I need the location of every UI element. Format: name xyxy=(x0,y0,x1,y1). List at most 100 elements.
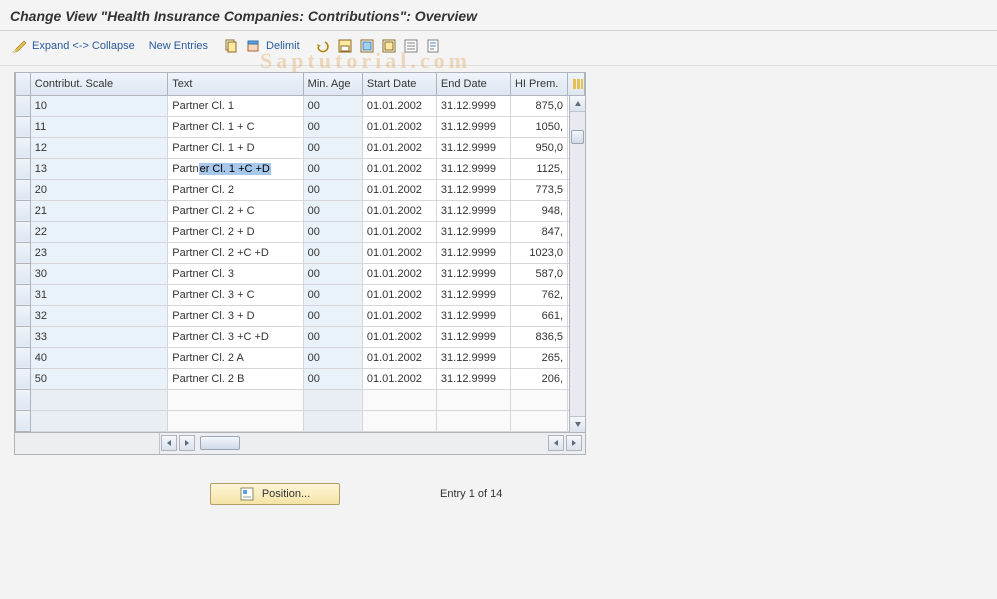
cell-min-age[interactable]: 00 xyxy=(303,242,362,263)
cell-hi-prem[interactable]: 587,0 xyxy=(510,263,567,284)
scroll-down-icon[interactable] xyxy=(570,416,585,432)
table-row[interactable]: 22Partner Cl. 2 + D0001.01.200231.12.999… xyxy=(16,221,585,242)
cell-end-date[interactable]: 31.12.9999 xyxy=(436,347,510,368)
cell-end-date[interactable]: 31.12.9999 xyxy=(436,116,510,137)
cell-scale[interactable]: 40 xyxy=(30,347,167,368)
cell-end-date[interactable]: 31.12.9999 xyxy=(436,158,510,179)
row-selector[interactable] xyxy=(16,137,31,158)
row-selector[interactable] xyxy=(16,263,31,284)
cell-end-date[interactable]: 31.12.9999 xyxy=(436,200,510,221)
cell-start-date[interactable]: 01.01.2002 xyxy=(362,221,436,242)
cell-start-date[interactable]: 01.01.2002 xyxy=(362,200,436,221)
table-row[interactable]: 11Partner Cl. 1 + C0001.01.200231.12.999… xyxy=(16,116,585,137)
cell-scale[interactable]: 33 xyxy=(30,326,167,347)
delimit-button[interactable]: Delimit xyxy=(266,40,300,52)
table-row[interactable]: 31Partner Cl. 3 + C0001.01.200231.12.999… xyxy=(16,284,585,305)
cell-start-date[interactable]: 01.01.2002 xyxy=(362,242,436,263)
cell-hi-prem[interactable]: 762, xyxy=(510,284,567,305)
cell-hi-prem[interactable]: 948, xyxy=(510,200,567,221)
cell-start-date[interactable]: 01.01.2002 xyxy=(362,179,436,200)
list-icon[interactable] xyxy=(402,37,420,55)
cell-min-age[interactable]: 00 xyxy=(303,326,362,347)
cell-min-age[interactable]: 00 xyxy=(303,305,362,326)
cell-scale[interactable]: 50 xyxy=(30,368,167,389)
new-entries-button[interactable]: New Entries xyxy=(149,40,208,52)
select-all-icon[interactable] xyxy=(358,37,376,55)
col-header-min-age[interactable]: Min. Age xyxy=(303,73,362,95)
cell-hi-prem[interactable]: 206, xyxy=(510,368,567,389)
table-row[interactable]: 50Partner Cl. 2 B0001.01.200231.12.99992… xyxy=(16,368,585,389)
cell-min-age[interactable]: 00 xyxy=(303,158,362,179)
cell-start-date[interactable]: 01.01.2002 xyxy=(362,158,436,179)
col-header-end-date[interactable]: End Date xyxy=(436,73,510,95)
cell-start-date[interactable]: 01.01.2002 xyxy=(362,368,436,389)
cell-start-date[interactable]: 01.01.2002 xyxy=(362,347,436,368)
table-row[interactable]: 21Partner Cl. 2 + C0001.01.200231.12.999… xyxy=(16,200,585,221)
col-header-scale[interactable]: Contribut. Scale xyxy=(30,73,167,95)
cell-text[interactable]: Partner Cl. 3 + D xyxy=(168,305,303,326)
cell-min-age[interactable]: 00 xyxy=(303,221,362,242)
cell-end-date[interactable]: 31.12.9999 xyxy=(436,242,510,263)
delete-icon[interactable] xyxy=(244,37,262,55)
row-selector[interactable] xyxy=(16,179,31,200)
cell-end-date[interactable]: 31.12.9999 xyxy=(436,368,510,389)
scroll-thumb[interactable] xyxy=(571,130,584,144)
cell-scale[interactable]: 31 xyxy=(30,284,167,305)
cell-scale[interactable]: 23 xyxy=(30,242,167,263)
row-selector[interactable] xyxy=(16,95,31,116)
row-selector[interactable] xyxy=(16,200,31,221)
save-variant-icon[interactable] xyxy=(336,37,354,55)
cell-scale[interactable]: 10 xyxy=(30,95,167,116)
cell-text[interactable]: Partner Cl. 1 xyxy=(168,95,303,116)
row-selector[interactable] xyxy=(16,347,31,368)
row-selector-header[interactable] xyxy=(16,73,31,95)
undo-icon[interactable] xyxy=(314,37,332,55)
table-row[interactable]: 13Partner Cl. 1 +C +D0001.01.200231.12.9… xyxy=(16,158,585,179)
row-selector[interactable] xyxy=(16,242,31,263)
cell-start-date[interactable]: 01.01.2002 xyxy=(362,95,436,116)
cell-text[interactable]: Partner Cl. 3 + C xyxy=(168,284,303,305)
row-selector[interactable] xyxy=(16,326,31,347)
cell-scale[interactable]: 11 xyxy=(30,116,167,137)
cell-hi-prem[interactable]: 661, xyxy=(510,305,567,326)
cell-hi-prem[interactable]: 1125, xyxy=(510,158,567,179)
scroll-up-icon[interactable] xyxy=(570,96,585,112)
cell-text[interactable]: Partner Cl. 1 + D xyxy=(168,137,303,158)
cell-min-age[interactable]: 00 xyxy=(303,263,362,284)
cell-text[interactable]: Partner Cl. 2 + D xyxy=(168,221,303,242)
horizontal-scrollbar[interactable] xyxy=(15,432,585,454)
table-config-icon[interactable] xyxy=(568,73,585,95)
cell-text[interactable]: Partner Cl. 1 + C xyxy=(168,116,303,137)
table-row[interactable]: 40Partner Cl. 2 A0001.01.200231.12.99992… xyxy=(16,347,585,368)
cell-end-date[interactable]: 31.12.9999 xyxy=(436,284,510,305)
cell-start-date[interactable]: 01.01.2002 xyxy=(362,137,436,158)
cell-hi-prem[interactable]: 1050, xyxy=(510,116,567,137)
scroll-left2-icon[interactable] xyxy=(548,435,564,451)
cell-hi-prem[interactable]: 773,5 xyxy=(510,179,567,200)
table-row[interactable]: 12Partner Cl. 1 + D0001.01.200231.12.999… xyxy=(16,137,585,158)
table-row[interactable]: 20Partner Cl. 20001.01.200231.12.9999773… xyxy=(16,179,585,200)
cell-end-date[interactable]: 31.12.9999 xyxy=(436,179,510,200)
row-selector[interactable] xyxy=(16,158,31,179)
col-header-start-date[interactable]: Start Date xyxy=(362,73,436,95)
position-button[interactable]: Position... xyxy=(210,483,340,505)
table-row[interactable]: 23Partner Cl. 2 +C +D0001.01.200231.12.9… xyxy=(16,242,585,263)
cell-hi-prem[interactable]: 265, xyxy=(510,347,567,368)
cell-scale[interactable]: 13 xyxy=(30,158,167,179)
cell-scale[interactable]: 30 xyxy=(30,263,167,284)
cell-hi-prem[interactable]: 847, xyxy=(510,221,567,242)
cell-end-date[interactable]: 31.12.9999 xyxy=(436,221,510,242)
cell-min-age[interactable]: 00 xyxy=(303,347,362,368)
deselect-all-icon[interactable] xyxy=(380,37,398,55)
table-row[interactable]: 10Partner Cl. 10001.01.200231.12.9999875… xyxy=(16,95,585,116)
col-header-text[interactable]: Text xyxy=(168,73,303,95)
cell-start-date[interactable]: 01.01.2002 xyxy=(362,305,436,326)
table-row[interactable]: 30Partner Cl. 30001.01.200231.12.9999587… xyxy=(16,263,585,284)
cell-min-age[interactable]: 00 xyxy=(303,368,362,389)
cell-scale[interactable]: 12 xyxy=(30,137,167,158)
cell-min-age[interactable]: 00 xyxy=(303,179,362,200)
cell-end-date[interactable]: 31.12.9999 xyxy=(436,305,510,326)
cell-text[interactable]: Partner Cl. 2 A xyxy=(168,347,303,368)
cell-hi-prem[interactable]: 1023,0 xyxy=(510,242,567,263)
cell-text[interactable]: Partner Cl. 2 + C xyxy=(168,200,303,221)
